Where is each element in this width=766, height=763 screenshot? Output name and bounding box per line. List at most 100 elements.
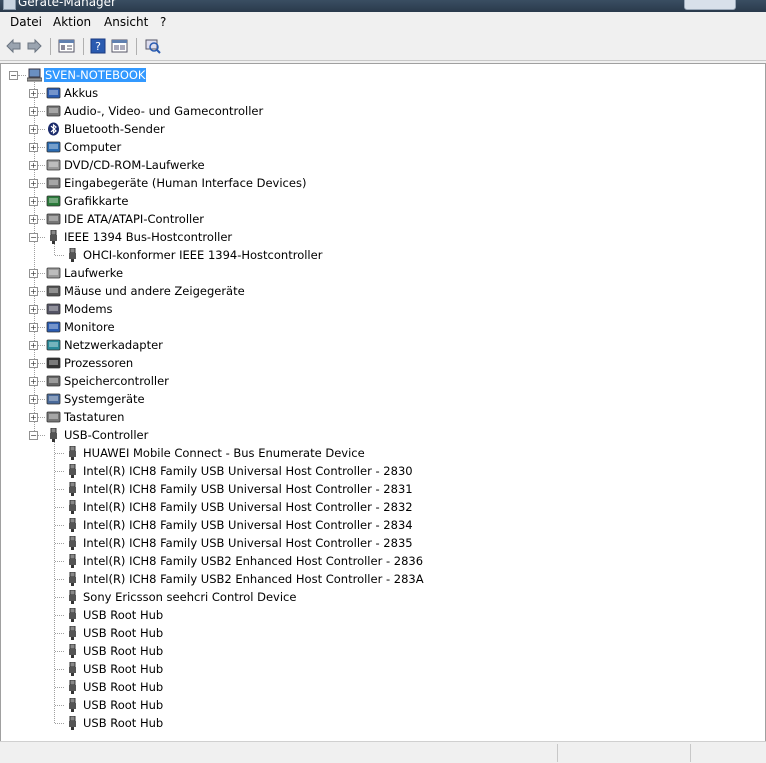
device-label[interactable]: HUAWEI Mobile Connect - Bus Enumerate De… [82,446,366,460]
category-label[interactable]: Netzwerkadapter [63,338,164,352]
expand-toggle[interactable]: + [29,341,38,350]
device-row[interactable]: Intel(R) ICH8 Family USB Universal Host … [1,462,421,480]
category-label[interactable]: Systemgeräte [63,392,146,406]
device-label[interactable]: USB Root Hub [82,626,164,640]
expand-toggle[interactable]: + [29,359,38,368]
category-row[interactable]: + Tastaturen [1,408,401,426]
category-label[interactable]: DVD/CD-ROM-Laufwerke [63,158,206,172]
category-row[interactable]: + Modems [1,300,401,318]
category-row[interactable]: + Netzwerkadapter [1,336,401,354]
device-label[interactable]: USB Root Hub [82,698,164,712]
device-tree[interactable]: − SVEN-NOTEBOOK + Akkus + Audio-, Video- un… [0,63,766,742]
device-label[interactable]: OHCI-konformer IEEE 1394-Hostcontroller [82,248,323,262]
category-label[interactable]: IEEE 1394 Bus-Hostcontroller [63,230,233,244]
device-label[interactable]: Intel(R) ICH8 Family USB Universal Host … [82,500,414,514]
category-row[interactable]: + Mäuse und andere Zeigegeräte [1,282,401,300]
category-row[interactable]: + Systemgeräte [1,390,401,408]
menu-ansicht[interactable]: Ansicht [102,15,150,29]
category-label[interactable]: Speichercontroller [63,374,170,388]
forward-arrow-icon[interactable] [26,38,43,54]
collapse-toggle[interactable]: − [9,71,18,80]
category-row[interactable]: + Bluetooth-Sender [1,120,401,138]
expand-toggle[interactable]: + [29,179,38,188]
expand-toggle[interactable]: + [29,269,38,278]
device-label[interactable]: Intel(R) ICH8 Family USB Universal Host … [82,482,414,496]
menu-help[interactable]: ? [158,15,168,29]
category-label[interactable]: Tastaturen [63,410,125,424]
expand-toggle[interactable]: + [29,161,38,170]
category-row[interactable]: − IEEE 1394 Bus-Hostcontroller [1,228,401,246]
category-label[interactable]: Monitore [63,320,116,334]
root-computer-name[interactable]: SVEN-NOTEBOOK [44,68,147,82]
category-label[interactable]: Modems [63,302,114,316]
tree-root-row[interactable]: − SVEN-NOTEBOOK [1,66,301,84]
category-label[interactable]: Mäuse und andere Zeigegeräte [63,284,246,298]
category-label[interactable]: Laufwerke [63,266,124,280]
device-label[interactable]: USB Root Hub [82,608,164,622]
collapse-toggle[interactable]: − [29,233,38,242]
expand-toggle[interactable]: + [29,305,38,314]
device-label[interactable]: Intel(R) ICH8 Family USB Universal Host … [82,536,414,550]
category-label[interactable]: Akkus [63,86,99,100]
device-row[interactable]: HUAWEI Mobile Connect - Bus Enumerate De… [1,444,421,462]
category-label[interactable]: Audio-, Video- und Gamecontroller [63,104,264,118]
menu-aktion[interactable]: Aktion [51,15,93,29]
back-arrow-icon[interactable] [5,38,22,54]
device-label[interactable]: Intel(R) ICH8 Family USB Universal Host … [82,518,414,532]
device-row[interactable]: Intel(R) ICH8 Family USB2 Enhanced Host … [1,552,424,570]
category-row[interactable]: + Monitore [1,318,401,336]
expand-toggle[interactable]: + [29,323,38,332]
device-row[interactable]: Intel(R) ICH8 Family USB Universal Host … [1,498,421,516]
device-label[interactable]: USB Root Hub [82,644,164,658]
device-label[interactable]: USB Root Hub [82,662,164,676]
device-row[interactable]: USB Root Hub [1,696,421,714]
device-label[interactable]: Intel(R) ICH8 Family USB2 Enhanced Host … [82,554,424,568]
device-row[interactable]: Intel(R) ICH8 Family USB2 Enhanced Host … [1,570,424,588]
category-row[interactable]: + Eingabegeräte (Human Interface Devices) [1,174,401,192]
expand-toggle[interactable]: + [29,395,38,404]
device-row[interactable]: Intel(R) ICH8 Family USB Universal Host … [1,480,421,498]
show-hidden-icon[interactable] [111,38,128,54]
device-row[interactable]: Intel(R) ICH8 Family USB Universal Host … [1,516,421,534]
category-row[interactable]: + Audio-, Video- und Gamecontroller [1,102,401,120]
properties-icon[interactable] [58,38,75,54]
category-row[interactable]: − USB-Controller [1,426,401,444]
expand-toggle[interactable]: + [29,125,38,134]
category-label[interactable]: Computer [63,140,122,154]
device-label[interactable]: USB Root Hub [82,680,164,694]
device-row[interactable]: Sony Ericsson seehcri Control Device [1,588,421,606]
expand-toggle[interactable]: + [29,107,38,116]
category-row[interactable]: + DVD/CD-ROM-Laufwerke [1,156,401,174]
device-row[interactable]: USB Root Hub [1,624,421,642]
expand-toggle[interactable]: + [29,143,38,152]
scan-hardware-icon[interactable] [144,38,161,54]
device-row[interactable]: USB Root Hub [1,660,421,678]
expand-toggle[interactable]: + [29,197,38,206]
category-row[interactable]: + Grafikkarte [1,192,401,210]
category-label[interactable]: Eingabegeräte (Human Interface Devices) [63,176,307,190]
device-label[interactable]: Sony Ericsson seehcri Control Device [82,590,297,604]
device-row[interactable]: OHCI-konformer IEEE 1394-Hostcontroller [1,246,421,264]
menu-datei[interactable]: Datei [8,15,44,29]
device-row[interactable]: USB Root Hub [1,606,421,624]
device-label[interactable]: Intel(R) ICH8 Family USB2 Enhanced Host … [82,572,425,586]
category-label[interactable]: USB-Controller [63,428,149,442]
category-row[interactable]: + IDE ATA/ATAPI-Controller [1,210,401,228]
device-row[interactable]: USB Root Hub [1,642,421,660]
category-label[interactable]: IDE ATA/ATAPI-Controller [63,212,205,226]
expand-toggle[interactable]: + [29,413,38,422]
device-row[interactable]: Intel(R) ICH8 Family USB Universal Host … [1,534,421,552]
device-label[interactable]: Intel(R) ICH8 Family USB Universal Host … [82,464,414,478]
category-row[interactable]: + Prozessoren [1,354,401,372]
category-row[interactable]: + Akkus [1,84,401,102]
window-controls[interactable] [684,0,736,10]
expand-toggle[interactable]: + [29,89,38,98]
device-row[interactable]: USB Root Hub [1,678,421,696]
help-icon[interactable]: ? [90,38,107,54]
expand-toggle[interactable]: + [29,287,38,296]
device-row[interactable]: USB Root Hub [1,714,421,732]
category-label[interactable]: Grafikkarte [63,194,129,208]
expand-toggle[interactable]: + [29,215,38,224]
category-row[interactable]: + Speichercontroller [1,372,401,390]
device-label[interactable]: USB Root Hub [82,716,164,730]
